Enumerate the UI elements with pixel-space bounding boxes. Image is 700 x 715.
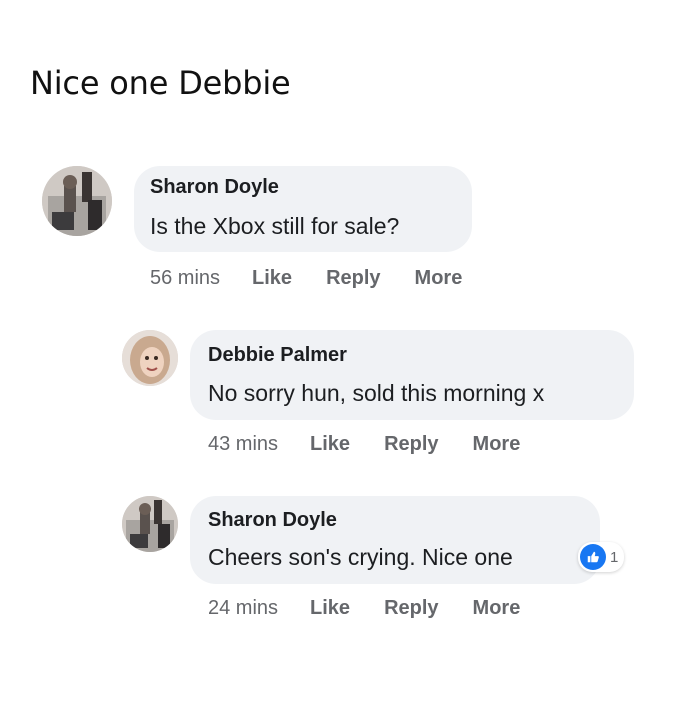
comment-actions: 43 mins Like Reply More (208, 433, 554, 456)
comment-text: No sorry hun, sold this morning x (208, 380, 545, 406)
more-button[interactable]: More (473, 597, 521, 620)
reply-button[interactable]: Reply (326, 267, 380, 290)
comment-time[interactable]: 43 mins (208, 433, 278, 456)
thumbs-up-icon (580, 544, 606, 570)
comment-actions: 56 mins Like Reply More (150, 267, 496, 290)
more-button[interactable]: More (473, 433, 521, 456)
comment-actions: 24 mins Like Reply More (208, 597, 554, 620)
reply-button[interactable]: Reply (384, 597, 438, 620)
like-button[interactable]: Like (310, 433, 350, 456)
comment-text: Cheers son's crying. Nice one (208, 544, 513, 570)
comment-time[interactable]: 24 mins (208, 597, 278, 620)
more-button[interactable]: More (415, 267, 463, 290)
reaction-badge[interactable]: 1 (578, 542, 625, 572)
reply-button[interactable]: Reply (384, 433, 438, 456)
comment-author[interactable]: Sharon Doyle (208, 509, 337, 532)
reaction-count: 1 (610, 548, 619, 566)
comment-author[interactable]: Debbie Palmer (208, 344, 347, 367)
like-button[interactable]: Like (310, 597, 350, 620)
avatar[interactable] (122, 496, 178, 552)
avatar[interactable] (42, 166, 112, 236)
comment-author[interactable]: Sharon Doyle (150, 176, 279, 199)
like-button[interactable]: Like (252, 267, 292, 290)
comment-time[interactable]: 56 mins (150, 267, 220, 290)
comment-text: Is the Xbox still for sale? (150, 213, 400, 239)
avatar[interactable] (122, 330, 178, 386)
post-title: Nice one Debbie (30, 64, 291, 102)
